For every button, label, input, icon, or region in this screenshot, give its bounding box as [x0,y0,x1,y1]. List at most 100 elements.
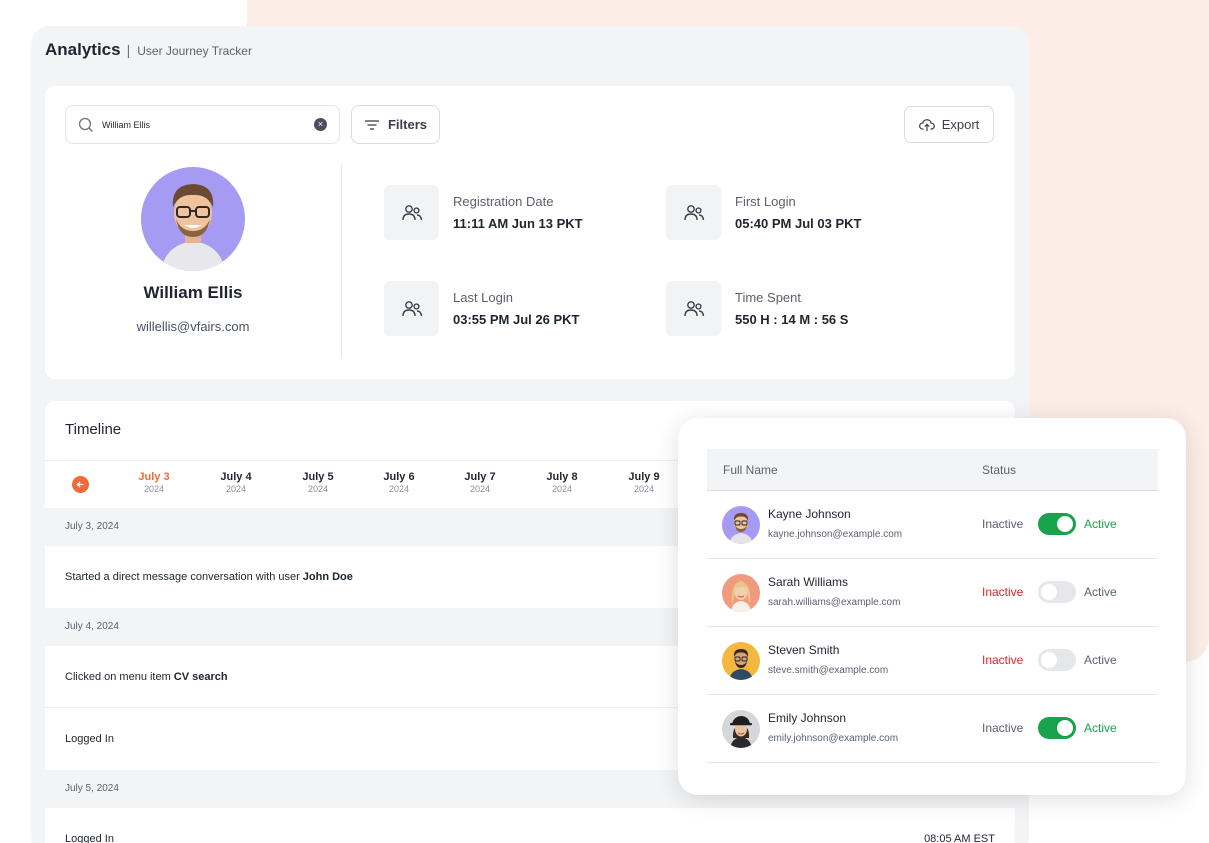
date-day: July 8 [546,471,578,483]
date-tab-july-5[interactable]: July 5 2024 [288,471,348,494]
inactive-label: Inactive [982,585,1024,599]
event-text: Started a direct message conversation wi… [65,571,300,583]
event-text: Clicked on menu item [65,670,171,683]
avatar [722,506,760,544]
date-year: 2024 [143,484,165,494]
status-toggle[interactable] [1038,513,1076,535]
timeline-event: Logged In 08:05 AM EST [45,808,1015,843]
stat-value: 03:55 PM Jul 26 PKT [453,312,580,327]
inactive-label: Inactive [982,653,1024,667]
search-input[interactable] [102,119,314,130]
stat-last-login: Last Login 03:55 PM Jul 26 PKT [384,281,579,336]
export-button[interactable]: Export [904,106,994,143]
date-day: July 3 [138,471,170,483]
app-header: Analytics | User Journey Tracker [45,40,252,60]
users-icon [666,185,721,240]
search-field[interactable]: × [65,105,340,144]
date-year: 2024 [307,484,329,494]
date-tab-july-8[interactable]: July 8 2024 [532,471,592,494]
date-year: 2024 [388,484,410,494]
avatar [722,574,760,612]
export-label: Export [941,117,980,132]
date-year: 2024 [633,484,655,494]
event-target: John Doe [302,571,353,583]
inactive-label: Inactive [982,517,1024,531]
profile-card: × Filters Export [45,86,1015,379]
event-text: Logged In [65,733,114,745]
user-email: sarah.williams@example.com [768,597,901,608]
profile-name: William Ellis [143,283,243,302]
clear-search-icon[interactable]: × [314,118,327,131]
status-toggle[interactable] [1038,581,1076,603]
date-tab-july-4[interactable]: July 4 2024 [206,471,266,494]
stat-value: 550 H : 14 M : 56 S [735,312,849,327]
stat-value: 05:40 PM Jul 03 PKT [735,216,862,231]
date-day: July 5 [302,471,334,483]
date-day: July 6 [383,471,415,483]
column-header-status: Status [982,463,1017,477]
date-day: July 9 [628,471,660,483]
toggle-knob [1057,516,1073,532]
date-tab-july-3[interactable]: July 3 2024 [124,471,184,494]
date-tab-july-6[interactable]: July 6 2024 [369,471,429,494]
profile-avatar [141,167,245,271]
date-year: 2024 [469,484,491,494]
stat-label: Registration Date [453,194,554,209]
user-name: Emily Johnson [768,711,847,725]
stat-time-spent: Time Spent 550 H : 14 M : 56 S [666,281,848,336]
arrow-left-icon [76,481,84,488]
profile-email: willellis@vfairs.com [136,319,250,334]
table-row: Kayne Johnson kayne.johnson@example.com … [707,491,1158,559]
vertical-divider [341,164,342,357]
toggle-knob [1041,584,1057,600]
cloud-upload-icon [918,118,935,131]
header-separator: | [126,42,131,58]
avatar [722,642,760,680]
toggle-knob [1057,720,1073,736]
table-row: Emily Johnson emily.johnson@example.com … [707,695,1158,763]
app-title: Analytics [45,40,121,59]
app-subtitle: User Journey Tracker [137,44,252,58]
filters-button[interactable]: Filters [351,105,440,144]
stat-value: 11:11 AM Jun 13 PKT [453,216,583,231]
filter-lines-icon [364,119,379,130]
avatar [722,710,760,748]
inactive-label: Inactive [982,721,1024,735]
date-year: 2024 [225,484,247,494]
previous-date-button[interactable] [72,476,89,493]
status-toggle[interactable] [1038,649,1076,671]
filters-label: Filters [387,117,427,132]
date-year: 2024 [551,484,573,494]
stat-first-login: First Login 05:40 PM Jul 03 PKT [666,185,861,240]
event-text: Logged In [65,833,114,843]
stat-label: First Login [735,194,796,209]
table-row: Steven Smith steve.smith@example.com Ina… [707,627,1158,695]
user-name: Sarah Williams [768,575,849,589]
user-email: emily.johnson@example.com [768,733,899,744]
active-label: Active [1084,721,1117,735]
user-status-panel: Full Name Status Kayne Johnson kayne.joh… [678,418,1186,795]
user-email: steve.smith@example.com [768,665,889,676]
users-icon [384,185,439,240]
status-toggle[interactable] [1038,717,1076,739]
active-label: Active [1084,653,1117,667]
users-icon [666,281,721,336]
active-label: Active [1084,585,1117,599]
user-email: kayne.johnson@example.com [768,529,903,540]
active-label: Active [1084,517,1117,531]
date-tab-july-9[interactable]: July 9 2024 [614,471,674,494]
event-time: 08:05 AM EST [924,833,995,843]
table-header: Full Name Status [707,449,1158,491]
users-icon [384,281,439,336]
timeline-title: Timeline [65,421,122,438]
stat-registration-date: Registration Date 11:11 AM Jun 13 PKT [384,185,583,240]
event-target: CV search [173,670,228,683]
stat-label: Last Login [453,290,513,305]
stat-label: Time Spent [735,290,801,305]
column-header-full-name: Full Name [723,463,778,477]
date-tab-july-7[interactable]: July 7 2024 [450,471,510,494]
date-day: July 7 [464,471,496,483]
user-name: Kayne Johnson [768,507,851,521]
table-row: Sarah Williams sarah.williams@example.co… [707,559,1158,627]
search-icon [78,117,93,132]
